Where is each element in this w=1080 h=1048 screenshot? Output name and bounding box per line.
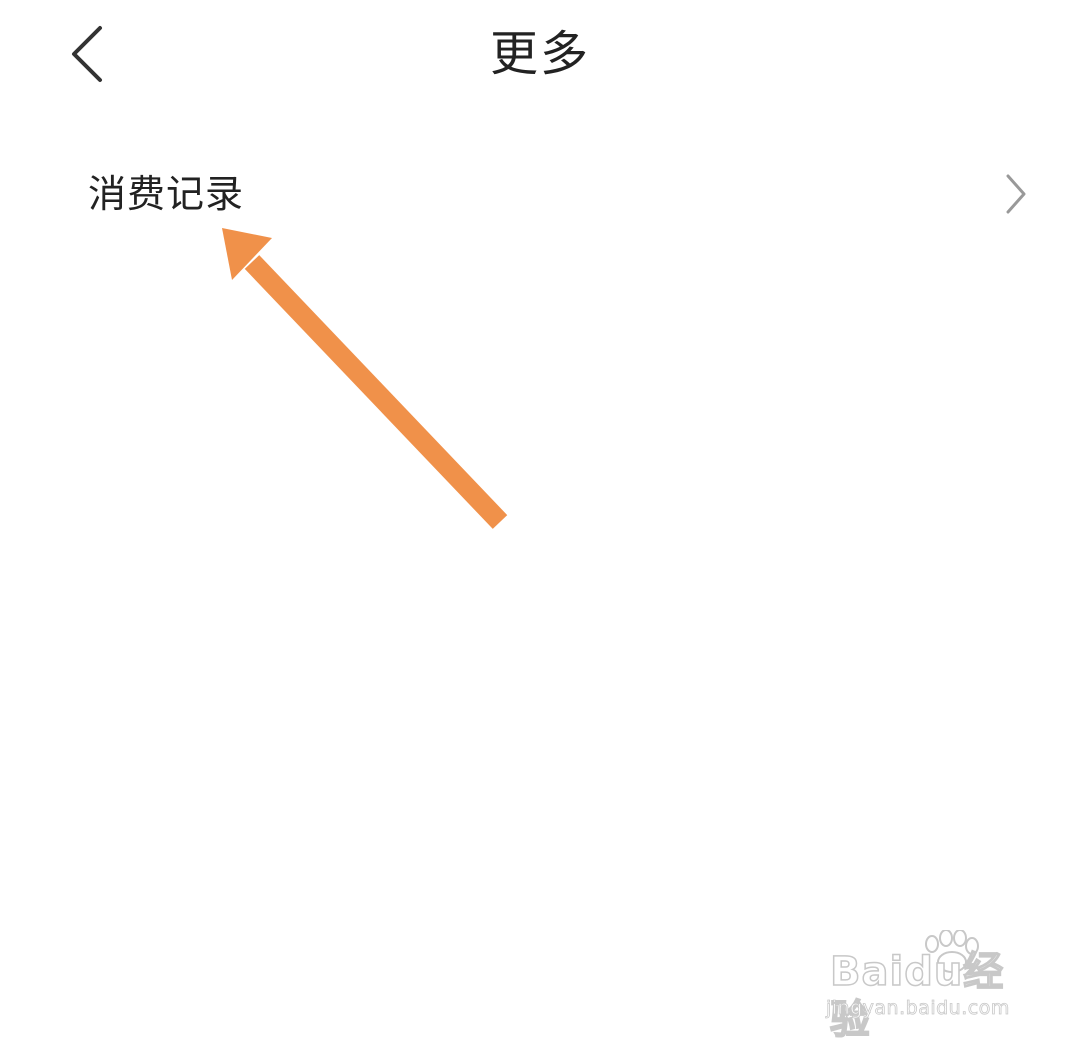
watermark: Baidu经验 jingyan.baidu.com	[824, 930, 1034, 1044]
watermark-url: jingyan.baidu.com	[826, 997, 1010, 1020]
page-title: 更多	[489, 26, 590, 82]
top-bar: 更多	[0, 0, 1080, 112]
arrow-shaft	[244, 255, 508, 529]
list-item-consumption-records[interactable]: 消费记录	[0, 140, 1080, 248]
chevron-right-icon	[1006, 174, 1026, 214]
settings-list: 消费记录	[0, 140, 1080, 248]
list-item-label: 消费记录	[88, 172, 245, 216]
